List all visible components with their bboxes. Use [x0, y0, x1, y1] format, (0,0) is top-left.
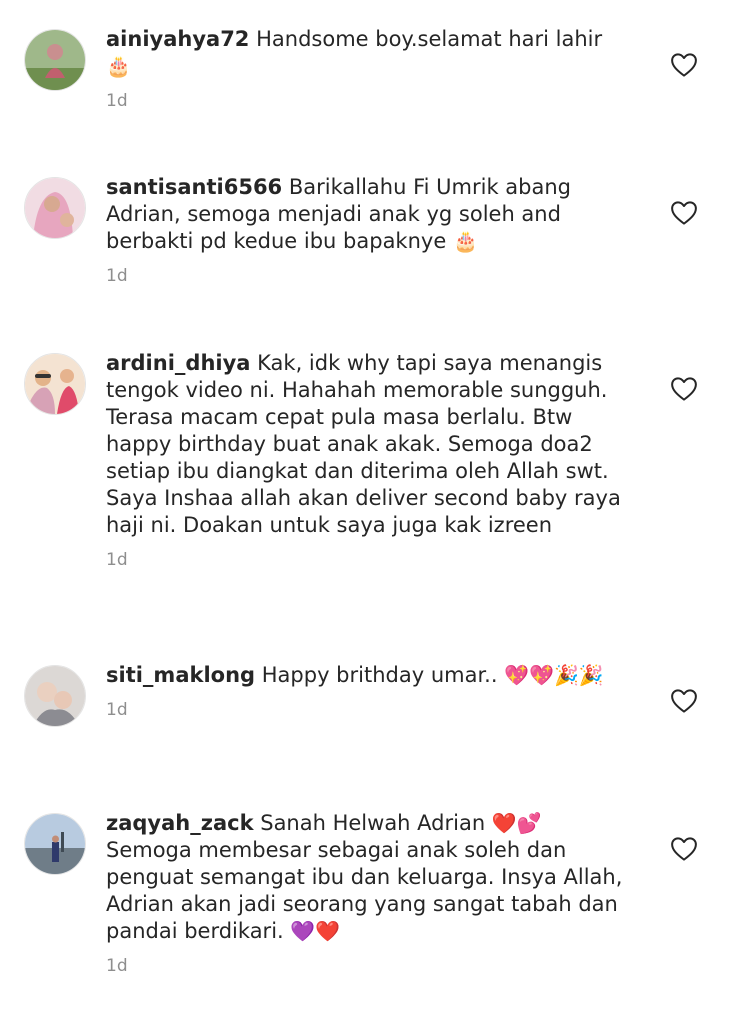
like-button[interactable]	[669, 198, 699, 228]
avatar-photo	[25, 30, 85, 90]
username[interactable]: siti_maklong	[106, 663, 255, 687]
avatar-photo	[25, 354, 85, 414]
comment-text: Sanah Helwah Adrian	[260, 811, 486, 835]
avatar[interactable]	[24, 665, 86, 727]
avatar-photo	[25, 178, 85, 238]
heart-outline-icon	[671, 201, 697, 225]
comment-text: Happy brithday umar..	[261, 663, 498, 687]
emoji: 🎂	[106, 54, 131, 78]
heart-outline-icon	[671, 53, 697, 77]
avatar[interactable]	[24, 813, 86, 875]
avatar[interactable]	[24, 177, 86, 239]
comment-text: Handsome boy.selamat hari lahir	[256, 27, 603, 51]
like-button[interactable]	[669, 374, 699, 404]
timestamp[interactable]: 1d	[106, 91, 631, 111]
avatar[interactable]	[24, 353, 86, 415]
heart-outline-icon	[671, 689, 697, 713]
timestamp[interactable]: 1d	[106, 956, 631, 976]
like-button[interactable]	[669, 50, 699, 80]
avatar-photo	[25, 666, 85, 726]
username[interactable]: ardini_dhiya	[106, 351, 250, 375]
comment-text-continued: Semoga membesar sebagai anak soleh dan p…	[106, 838, 623, 943]
heart-outline-icon	[671, 837, 697, 861]
avatar[interactable]	[24, 29, 86, 91]
heart-outline-icon	[671, 377, 697, 401]
username[interactable]: zaqyah_zack	[106, 811, 254, 835]
username[interactable]: santisanti6566	[106, 175, 282, 199]
username[interactable]: ainiyahya72	[106, 27, 249, 51]
avatar-photo	[25, 814, 85, 874]
emoji: 💜❤️	[290, 919, 341, 943]
timestamp[interactable]: 1d	[106, 550, 631, 570]
like-button[interactable]	[669, 834, 699, 864]
emoji: 🎂	[452, 229, 478, 253]
timestamp[interactable]: 1d	[106, 266, 631, 286]
comment-text: Kak, idk why tapi saya menangis tengok v…	[106, 351, 621, 537]
emoji: 💖💖🎉🎉	[504, 663, 604, 687]
emoji: ❤️💕	[491, 811, 542, 835]
timestamp[interactable]: 1d	[106, 700, 631, 720]
like-button[interactable]	[669, 686, 699, 716]
